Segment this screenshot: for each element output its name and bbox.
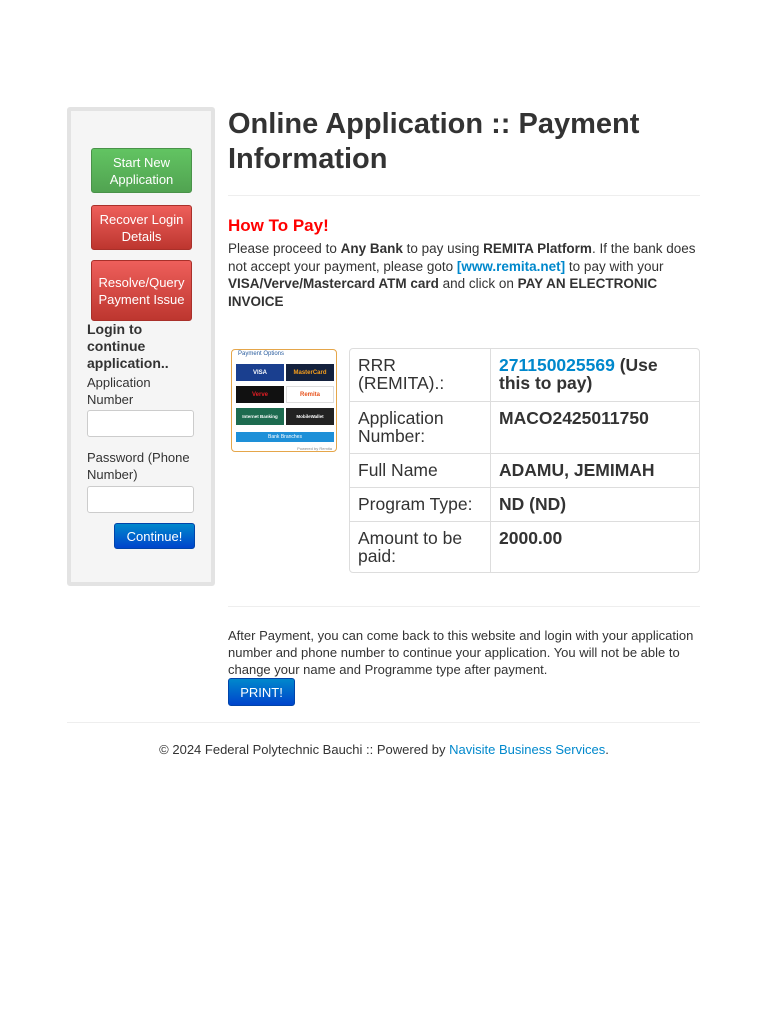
rrr-value-cell: 271150025569 (Use this to pay) [490,349,699,401]
footer-text: © 2024 Federal Polytechnic Bauchi :: Pow… [159,742,450,757]
resolve-payment-issue-button[interactable]: Resolve/Query Payment Issue [91,260,192,321]
table-row: Program Type: ND (ND) [350,487,699,521]
how-text-part: to pay with your [565,258,664,274]
mobile-wallet-logo: MobileWallet [286,408,334,425]
payment-options-image: Payment Options VISA MasterCard Verve Re… [231,349,337,452]
remita-link[interactable]: [www.remita.net] [457,259,565,274]
bank-branches-bar: Bank Branches [236,432,334,442]
remita-logo: Remita [286,386,334,403]
remita-platform-text: REMITA Platform [483,241,592,256]
how-text-part: and click on [438,276,518,291]
table-row: Application Number: MACO2425011750 [350,401,699,453]
payment-details-table: RRR (REMITA).: 271150025569 (Use this to… [349,348,700,573]
verve-logo: Verve [236,386,284,403]
payment-options-title: Payment Options [238,351,285,357]
program-type-value: ND (ND) [490,487,699,521]
footer-divider [67,722,700,723]
print-button[interactable]: PRINT! [228,678,295,706]
full-name-value: ADAMU, JEMIMAH [490,453,699,487]
cards-text: VISA/Verve/Mastercard ATM card [228,276,439,291]
application-number-input[interactable] [87,410,194,437]
divider [228,606,700,607]
application-number-value: MACO2425011750 [490,401,699,453]
powered-by-remita: Powered by Remita [297,446,332,451]
full-name-label: Full Name [350,453,490,487]
sidebar: Start New Application Recover Login Deta… [67,107,215,586]
any-bank-text: Any Bank [340,241,403,256]
rrr-label: RRR (REMITA).: [358,355,445,393]
footer: © 2024 Federal Polytechnic Bauchi :: Pow… [0,742,768,757]
internet-banking-logo: Internet Banking [236,408,284,425]
navisite-link[interactable]: Navisite Business Services [449,742,605,757]
password-label: Password (Phone Number) [87,450,190,482]
mastercard-logo: MasterCard [286,364,334,381]
continue-button[interactable]: Continue! [114,523,195,549]
how-to-pay-text: Please proceed to Any Bank to pay using … [228,240,700,310]
login-heading: Login to continue application.. [87,321,169,371]
table-row: RRR (REMITA).: 271150025569 (Use this to… [350,349,699,401]
program-type-label: Program Type: [350,487,490,521]
divider [228,195,700,196]
page-title: Online Application :: Payment Informatio… [228,108,640,175]
amount-value: 2000.00 [490,521,699,572]
after-payment-text: After Payment, you can come back to this… [228,628,694,677]
footer-end: . [605,742,609,757]
start-new-application-button[interactable]: Start New Application [91,148,192,193]
amount-label: Amount to be paid: [350,521,490,572]
application-number-label: Application Number [87,375,151,407]
visa-logo: VISA [236,364,284,381]
table-row: Amount to be paid: 2000.00 [350,521,699,572]
application-number-row-label: Application Number: [350,401,490,453]
password-input[interactable] [87,486,194,513]
rrr-value[interactable]: 271150025569 [499,355,615,375]
recover-login-details-button[interactable]: Recover Login Details [91,205,192,250]
how-text-part: to pay using [402,241,484,256]
table-row: Full Name ADAMU, JEMIMAH [350,453,699,487]
how-text-part: Please proceed to [228,241,341,256]
how-to-pay-heading: How To Pay! [228,216,329,235]
